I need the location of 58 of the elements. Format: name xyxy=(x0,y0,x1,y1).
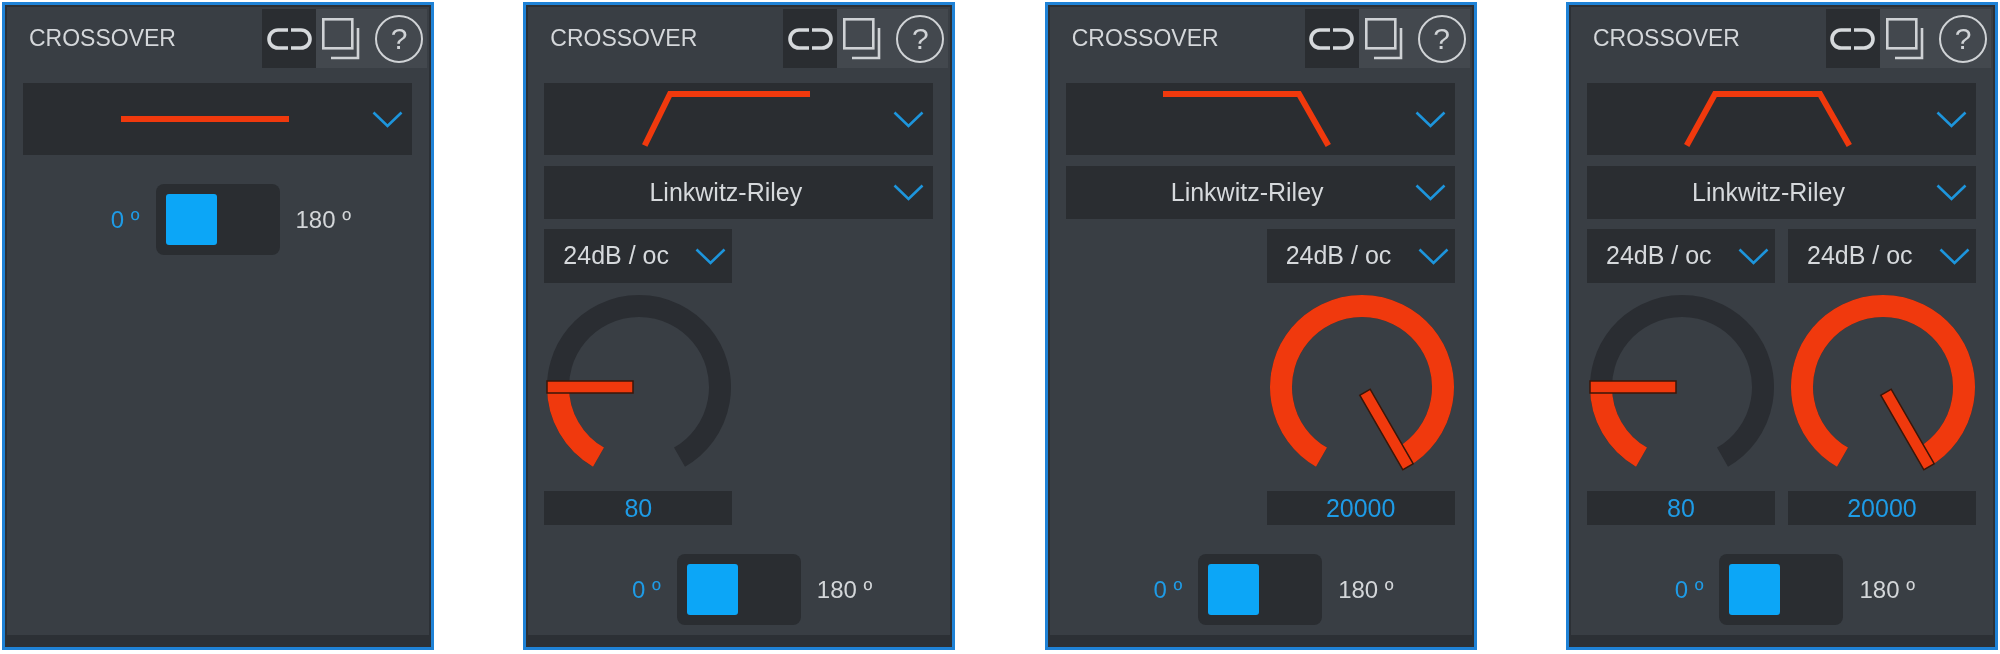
chain-link-icon xyxy=(1309,27,1355,50)
phase-label: 0 º xyxy=(632,574,661,605)
help-button[interactable]: ? xyxy=(1417,14,1466,63)
chevron-down-icon xyxy=(1414,184,1446,201)
link-button[interactable] xyxy=(1826,9,1880,68)
link-button[interactable] xyxy=(1304,9,1359,68)
chevron-down-icon xyxy=(1939,247,1970,265)
phase-toggle-switch[interactable] xyxy=(1198,554,1323,625)
frequency-value-field[interactable]: 20000 xyxy=(1266,491,1455,525)
slope-dropdown[interactable]: 24dB / oc xyxy=(544,229,733,283)
link-button[interactable] xyxy=(262,9,316,68)
help-button[interactable]: ? xyxy=(896,14,945,63)
chevron-down-icon xyxy=(1414,110,1446,128)
phase-label: 0 º xyxy=(110,204,140,235)
band-pass-curve-icon xyxy=(1684,91,1853,147)
phase-label: 180 º xyxy=(1859,574,1915,605)
phase-label: 180 º xyxy=(1338,574,1394,605)
panel-title: CROSSOVER xyxy=(28,24,177,53)
help-button[interactable]: ? xyxy=(1939,14,1987,63)
chevron-down-icon xyxy=(695,247,727,265)
frequency-value-field[interactable]: 80 xyxy=(1587,491,1775,525)
high-pass-curve-icon xyxy=(641,91,810,147)
filter-type-dropdown[interactable]: Linkwitz-Riley xyxy=(1065,166,1455,219)
frequency-value-field[interactable]: 80 xyxy=(544,491,733,525)
panel-title: CROSSOVER xyxy=(549,24,699,53)
panel-title: CROSSOVER xyxy=(1070,24,1220,53)
filter-type-dropdown[interactable]: Linkwitz-Riley xyxy=(1587,166,1976,219)
chevron-down-icon xyxy=(1417,247,1449,265)
link-button[interactable] xyxy=(783,9,838,68)
phase-toggle-switch[interactable] xyxy=(1719,554,1844,625)
phase-label: 180 º xyxy=(295,204,351,235)
filter-shape-dropdown[interactable] xyxy=(23,83,412,155)
chevron-down-icon xyxy=(1936,184,1967,201)
filter-shape-dropdown[interactable] xyxy=(544,83,934,155)
filter-shape-dropdown[interactable] xyxy=(1065,83,1455,155)
chain-link-icon xyxy=(266,27,312,50)
chevron-down-icon xyxy=(372,110,403,128)
panel-title: CROSSOVER xyxy=(1592,24,1741,53)
slope-dropdown[interactable]: 24dB / oc xyxy=(1266,229,1455,283)
slope-dropdown[interactable]: 24dB / oc xyxy=(1587,229,1775,283)
phase-toggle-switch[interactable] xyxy=(676,554,801,625)
phase-label: 0 º xyxy=(1153,574,1183,605)
flat-line-icon xyxy=(120,115,289,123)
phase-toggle-switch[interactable] xyxy=(155,184,280,255)
filter-type-dropdown[interactable]: Linkwitz-Riley xyxy=(544,166,934,219)
phase-label: 180 º xyxy=(816,574,873,605)
low-pass-curve-icon xyxy=(1163,91,1332,147)
chain-link-icon xyxy=(1830,27,1876,50)
frequency-value-field[interactable]: 20000 xyxy=(1788,491,1976,525)
chevron-down-icon xyxy=(893,184,925,201)
chevron-down-icon xyxy=(1936,110,1967,128)
help-button[interactable]: ? xyxy=(375,14,423,63)
filter-shape-dropdown[interactable] xyxy=(1587,83,1976,155)
chevron-down-icon xyxy=(1738,247,1769,265)
slope-dropdown[interactable]: 24dB / oc xyxy=(1788,229,1976,283)
chain-link-icon xyxy=(787,27,833,50)
chevron-down-icon xyxy=(893,110,925,128)
phase-label: 0 º xyxy=(1674,574,1704,605)
